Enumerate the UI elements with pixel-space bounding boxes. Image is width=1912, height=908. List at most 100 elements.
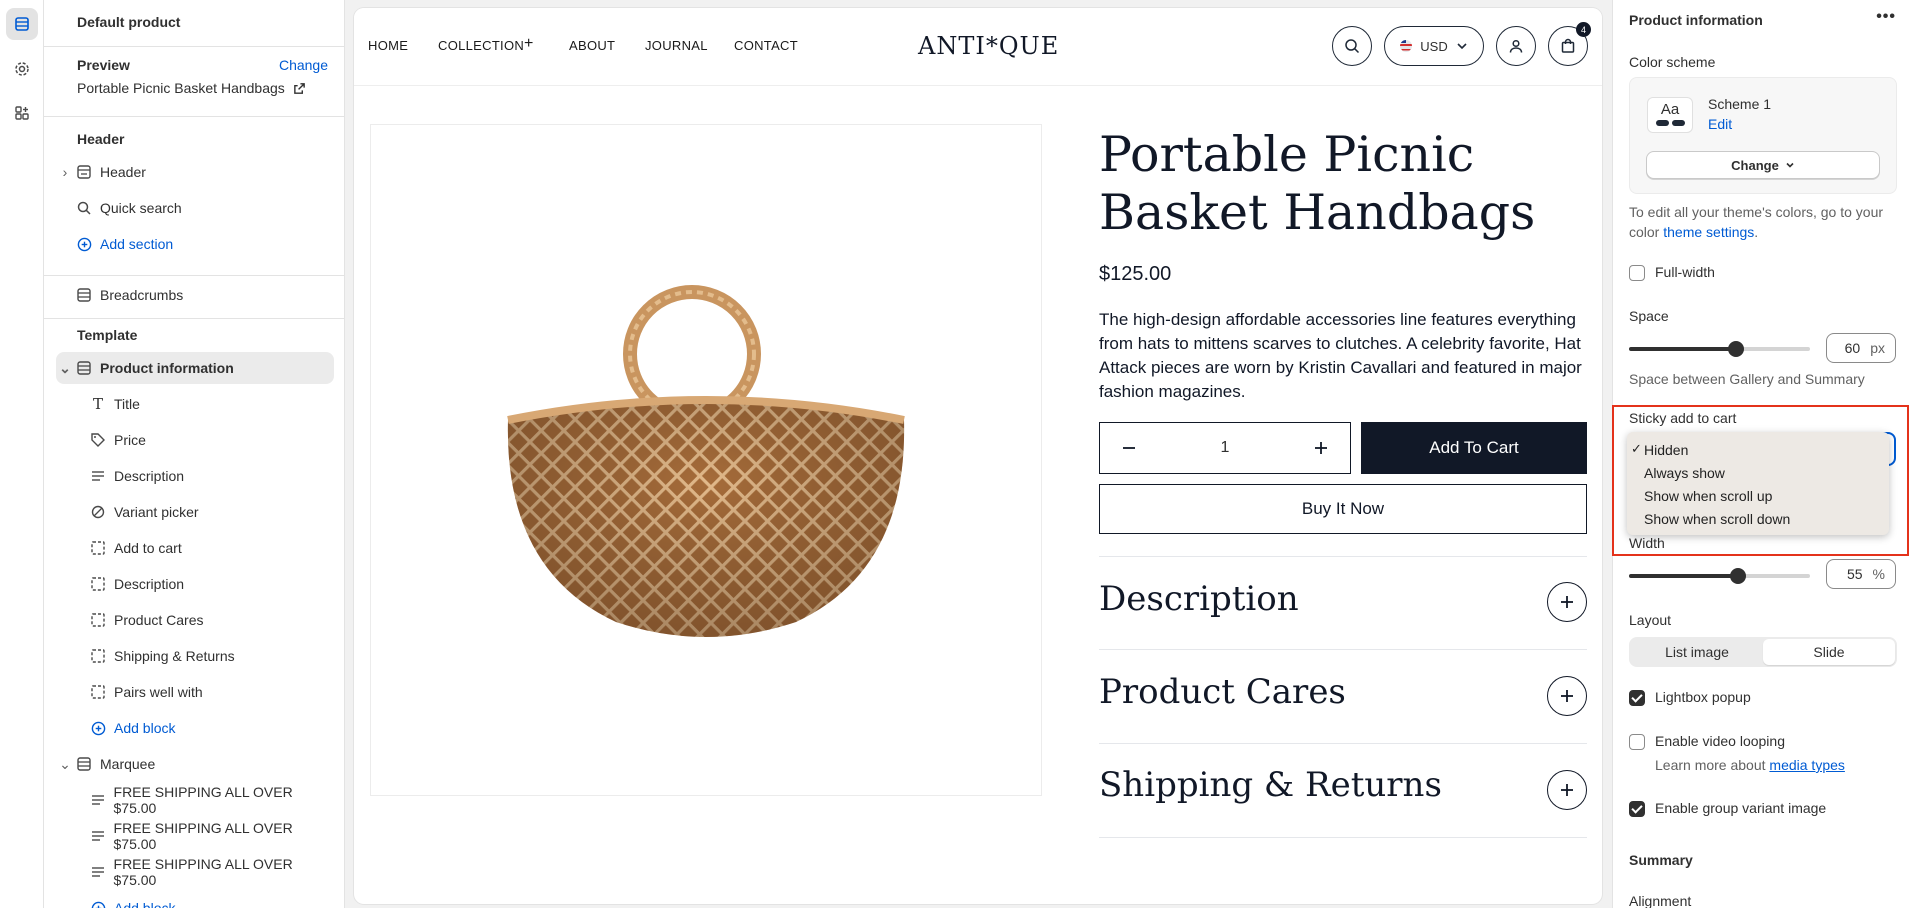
theme-settings-link[interactable]: theme settings [1663, 224, 1754, 240]
block-pairs-well-with[interactable]: Pairs well with [56, 676, 334, 708]
space-slider-track[interactable] [1629, 347, 1810, 351]
variant-icon [88, 505, 108, 519]
nav-collection[interactable]: COLLECTION [438, 38, 524, 53]
sidebar-item-header[interactable]: › Header [56, 156, 334, 188]
preview-change-link[interactable]: Change [279, 57, 328, 73]
dashed-square-icon [88, 613, 108, 627]
block-product-cares[interactable]: Product Cares [56, 604, 334, 636]
sidebar-item-label: Marquee [100, 756, 156, 772]
layout-option-slide[interactable]: Slide [1763, 639, 1895, 665]
panel-title: Product information [1629, 12, 1763, 28]
add-block-label: Add block [114, 900, 176, 908]
cart-icon[interactable]: 4 [1548, 22, 1591, 66]
chevron-right-icon[interactable]: › [56, 164, 74, 180]
add-to-cart-button[interactable]: Add To Cart [1361, 422, 1587, 474]
divider [44, 46, 344, 47]
store-preview: HOME COLLECTION + ABOUT JOURNAL CONTACT … [354, 8, 1602, 904]
block-variant-picker[interactable]: Variant picker [56, 496, 334, 528]
layout-option-list-image[interactable]: List image [1631, 639, 1763, 665]
accordion-shipping-title[interactable]: Shipping & Returns [1099, 765, 1442, 805]
section-icon [74, 361, 94, 375]
lightbox-checkbox[interactable] [1629, 690, 1645, 706]
chevron-down-icon[interactable]: ⌄ [56, 360, 74, 377]
quantity-value[interactable]: 1 [1221, 439, 1230, 457]
marquee-item[interactable]: FREE SHIPPING ALL OVER $75.00 [56, 784, 334, 816]
block-title[interactable]: T Title [56, 388, 334, 420]
plus-icon[interactable]: + [524, 35, 534, 53]
sidebar-item-product-information[interactable]: ⌄ Product information [56, 352, 334, 384]
external-link-icon[interactable] [293, 82, 306, 95]
plus-icon[interactable] [1314, 441, 1328, 455]
group-variant-checkbox[interactable] [1629, 801, 1645, 817]
divider [1099, 556, 1587, 557]
layout-segmented-control[interactable]: List image Slide [1629, 637, 1897, 667]
width-slider-track[interactable] [1629, 574, 1810, 578]
settings-gear-icon[interactable] [6, 53, 38, 85]
sidebar-item-marquee[interactable]: ⌄ Marquee [56, 748, 334, 780]
minus-icon[interactable] [1122, 441, 1136, 455]
sidebar-item-label: Product information [100, 360, 234, 376]
sidebar-item-breadcrumbs[interactable]: Breadcrumbs [56, 279, 334, 311]
full-width-checkbox[interactable] [1629, 265, 1645, 281]
block-label: Title [114, 396, 140, 412]
apps-icon[interactable] [6, 97, 38, 129]
expand-plus-icon[interactable] [1547, 582, 1587, 622]
width-slider-thumb[interactable] [1729, 568, 1746, 584]
store-header: HOME COLLECTION + ABOUT JOURNAL CONTACT … [354, 8, 1602, 86]
nav-about[interactable]: ABOUT [569, 38, 615, 53]
dashed-square-icon [88, 685, 108, 699]
add-block-button[interactable]: Add block [56, 892, 334, 908]
video-looping-help: Learn more about media types [1655, 757, 1845, 773]
width-value[interactable]: 55 [1847, 566, 1863, 582]
accordion-description-title[interactable]: Description [1099, 579, 1299, 619]
chevron-down-icon[interactable]: ⌄ [56, 756, 74, 773]
space-value[interactable]: 60 [1845, 340, 1861, 356]
marquee-item[interactable]: FREE SHIPPING ALL OVER $75.00 [56, 820, 334, 852]
store-logo[interactable]: ANTI*QUE [918, 32, 1059, 60]
preview-product[interactable]: Portable Picnic Basket Handbags [77, 80, 306, 96]
product-gallery[interactable] [370, 124, 1042, 796]
price-tag-icon [88, 433, 108, 447]
scheme-change-button[interactable]: Change [1646, 151, 1880, 179]
width-input[interactable]: 55 % [1826, 559, 1896, 589]
add-section-button[interactable]: Add section [56, 228, 334, 260]
quantity-stepper[interactable]: 1 [1099, 422, 1351, 474]
dashed-square-icon [88, 577, 108, 591]
block-shipping-returns[interactable]: Shipping & Returns [56, 640, 334, 672]
divider [44, 116, 344, 117]
buy-it-now-button[interactable]: Buy It Now [1099, 484, 1587, 534]
scheme-edit-link[interactable]: Edit [1708, 116, 1732, 132]
space-slider-thumb[interactable] [1727, 341, 1744, 357]
scheme-swatch: Aa [1647, 97, 1693, 133]
highlight-annotation-box [1612, 405, 1909, 556]
more-options-icon[interactable]: ••• [1876, 8, 1896, 26]
sidebar-item-quick-search[interactable]: Quick search [56, 192, 334, 224]
search-icon[interactable] [1332, 26, 1372, 66]
block-add-to-cart[interactable]: Add to cart [56, 532, 334, 564]
help-suffix: . [1754, 224, 1759, 240]
dashed-square-icon [88, 649, 108, 663]
add-block-button[interactable]: Add block [56, 712, 334, 744]
nav-home[interactable]: HOME [368, 38, 408, 53]
nav-contact[interactable]: CONTACT [734, 38, 798, 53]
marquee-item[interactable]: FREE SHIPPING ALL OVER $75.00 [56, 856, 334, 888]
layout-label: Layout [1629, 612, 1672, 628]
nav-journal[interactable]: JOURNAL [645, 38, 708, 53]
currency-code: USD [1420, 38, 1448, 54]
paragraph-icon [88, 865, 108, 879]
block-label: Variant picker [114, 504, 199, 520]
expand-plus-icon[interactable] [1547, 770, 1587, 810]
block-description[interactable]: Description [56, 460, 334, 492]
block-label: Pairs well with [114, 684, 203, 700]
video-looping-checkbox[interactable] [1629, 734, 1645, 750]
account-icon[interactable] [1496, 26, 1536, 66]
divider [1099, 837, 1587, 838]
media-types-link[interactable]: media types [1769, 757, 1844, 773]
block-description-2[interactable]: Description [56, 568, 334, 600]
accordion-product-cares-title[interactable]: Product Cares [1099, 672, 1346, 712]
space-input[interactable]: 60 px [1826, 333, 1896, 363]
sections-icon[interactable] [6, 8, 38, 40]
currency-selector[interactable]: USD [1384, 26, 1484, 66]
expand-plus-icon[interactable] [1547, 676, 1587, 716]
block-price[interactable]: Price [56, 424, 334, 456]
